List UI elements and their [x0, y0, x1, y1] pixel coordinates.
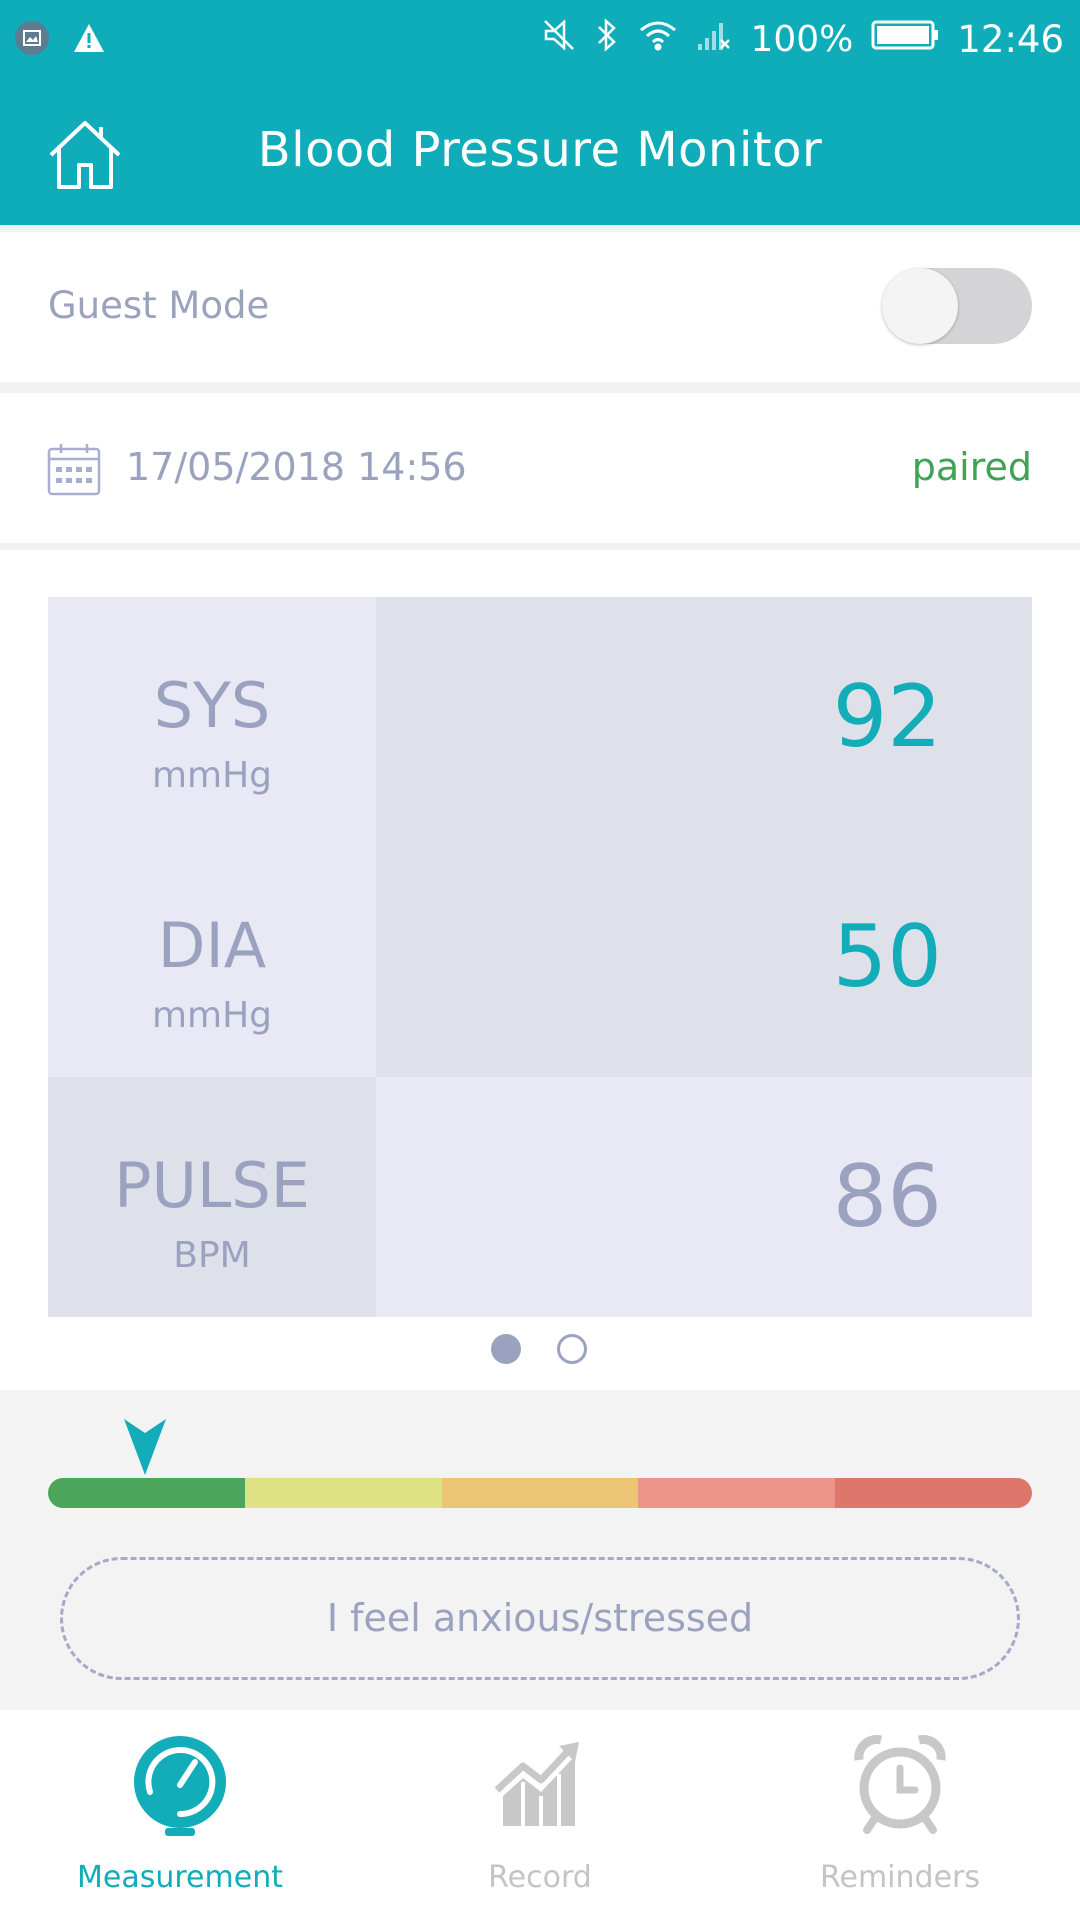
scale-segment-5 [835, 1478, 1032, 1508]
nav-measurement[interactable]: Measurement [0, 1710, 360, 1920]
feel-anxious-button[interactable]: I feel anxious/stressed [60, 1557, 1020, 1680]
calendar-icon [47, 444, 101, 496]
nav-record[interactable]: Record [360, 1710, 720, 1920]
nav-reminders[interactable]: Reminders [720, 1710, 1080, 1920]
bp-classification-section: I feel anxious/stressed [0, 1390, 1080, 1710]
sys-unit: mmHg [151, 755, 273, 796]
guest-mode-row: Guest Mode [0, 232, 1080, 382]
toggle-knob [882, 268, 958, 344]
measurement-datetime: 17/05/2018 14:56 [126, 445, 467, 489]
dia-label-cell: DIA mmHg [48, 837, 376, 1077]
chart-icon [494, 1742, 579, 1826]
dia-unit: mmHg [151, 995, 273, 1036]
scale-segment-1 [48, 1478, 245, 1508]
alarm-clock-icon [854, 1735, 946, 1834]
battery-percent: 100% [750, 18, 854, 60]
warning-icon [72, 22, 106, 58]
gauge-icon [134, 1736, 226, 1836]
nav-measurement-label: Measurement [77, 1860, 283, 1895]
screenshot-notification-icon [14, 20, 50, 60]
pulse-label-cell: PULSE BPM [48, 1077, 376, 1317]
scale-segment-2 [244, 1478, 442, 1508]
pulse-label: PULSE [114, 1149, 310, 1222]
bottom-navigation: Measurement Record Reminders [0, 1710, 1080, 1920]
sys-value-cell: 92 [376, 597, 1032, 837]
page-dot-2[interactable] [557, 1334, 587, 1364]
sys-value: 92 [832, 667, 942, 767]
mute-icon [542, 18, 576, 61]
device-status: paired [911, 445, 1032, 489]
divider [0, 543, 1080, 550]
clock: 12:46 [957, 17, 1064, 61]
nav-reminders-label: Reminders [820, 1860, 980, 1895]
guest-mode-toggle[interactable] [882, 268, 1032, 344]
bp-scale-bar [48, 1478, 1032, 1508]
dia-value: 50 [832, 907, 942, 1007]
bluetooth-icon [594, 17, 620, 62]
pulse-unit: BPM [173, 1235, 251, 1276]
scale-segment-4 [638, 1478, 836, 1508]
page-title: Blood Pressure Monitor [257, 122, 823, 178]
nav-record-label: Record [488, 1860, 592, 1895]
readings-panel[interactable]: SYS mmHg 92 DIA mmHg 50 PULSE BPM 86 [48, 597, 1032, 1317]
divider [0, 225, 1080, 232]
app-bar: Blood Pressure Monitor [0, 80, 1080, 225]
battery-icon [871, 19, 939, 60]
divider [0, 382, 1080, 393]
status-bar: 100% 12:46 [0, 0, 1080, 80]
wifi-icon [638, 18, 678, 61]
sys-label: SYS [153, 669, 271, 742]
measurement-date-row: 17/05/2018 14:56 paired [0, 393, 1080, 543]
dia-label: DIA [157, 909, 267, 982]
pulse-value-cell: 86 [376, 1077, 1032, 1317]
sys-label-cell: SYS mmHg [48, 597, 376, 837]
dia-value-cell: 50 [376, 837, 1032, 1077]
signal-icon [696, 18, 732, 61]
page-dot-1[interactable] [491, 1334, 521, 1364]
scale-segment-3 [441, 1478, 639, 1508]
scale-pointer-icon [124, 1419, 166, 1475]
pulse-value: 86 [832, 1147, 942, 1247]
guest-mode-label: Guest Mode [48, 284, 270, 327]
